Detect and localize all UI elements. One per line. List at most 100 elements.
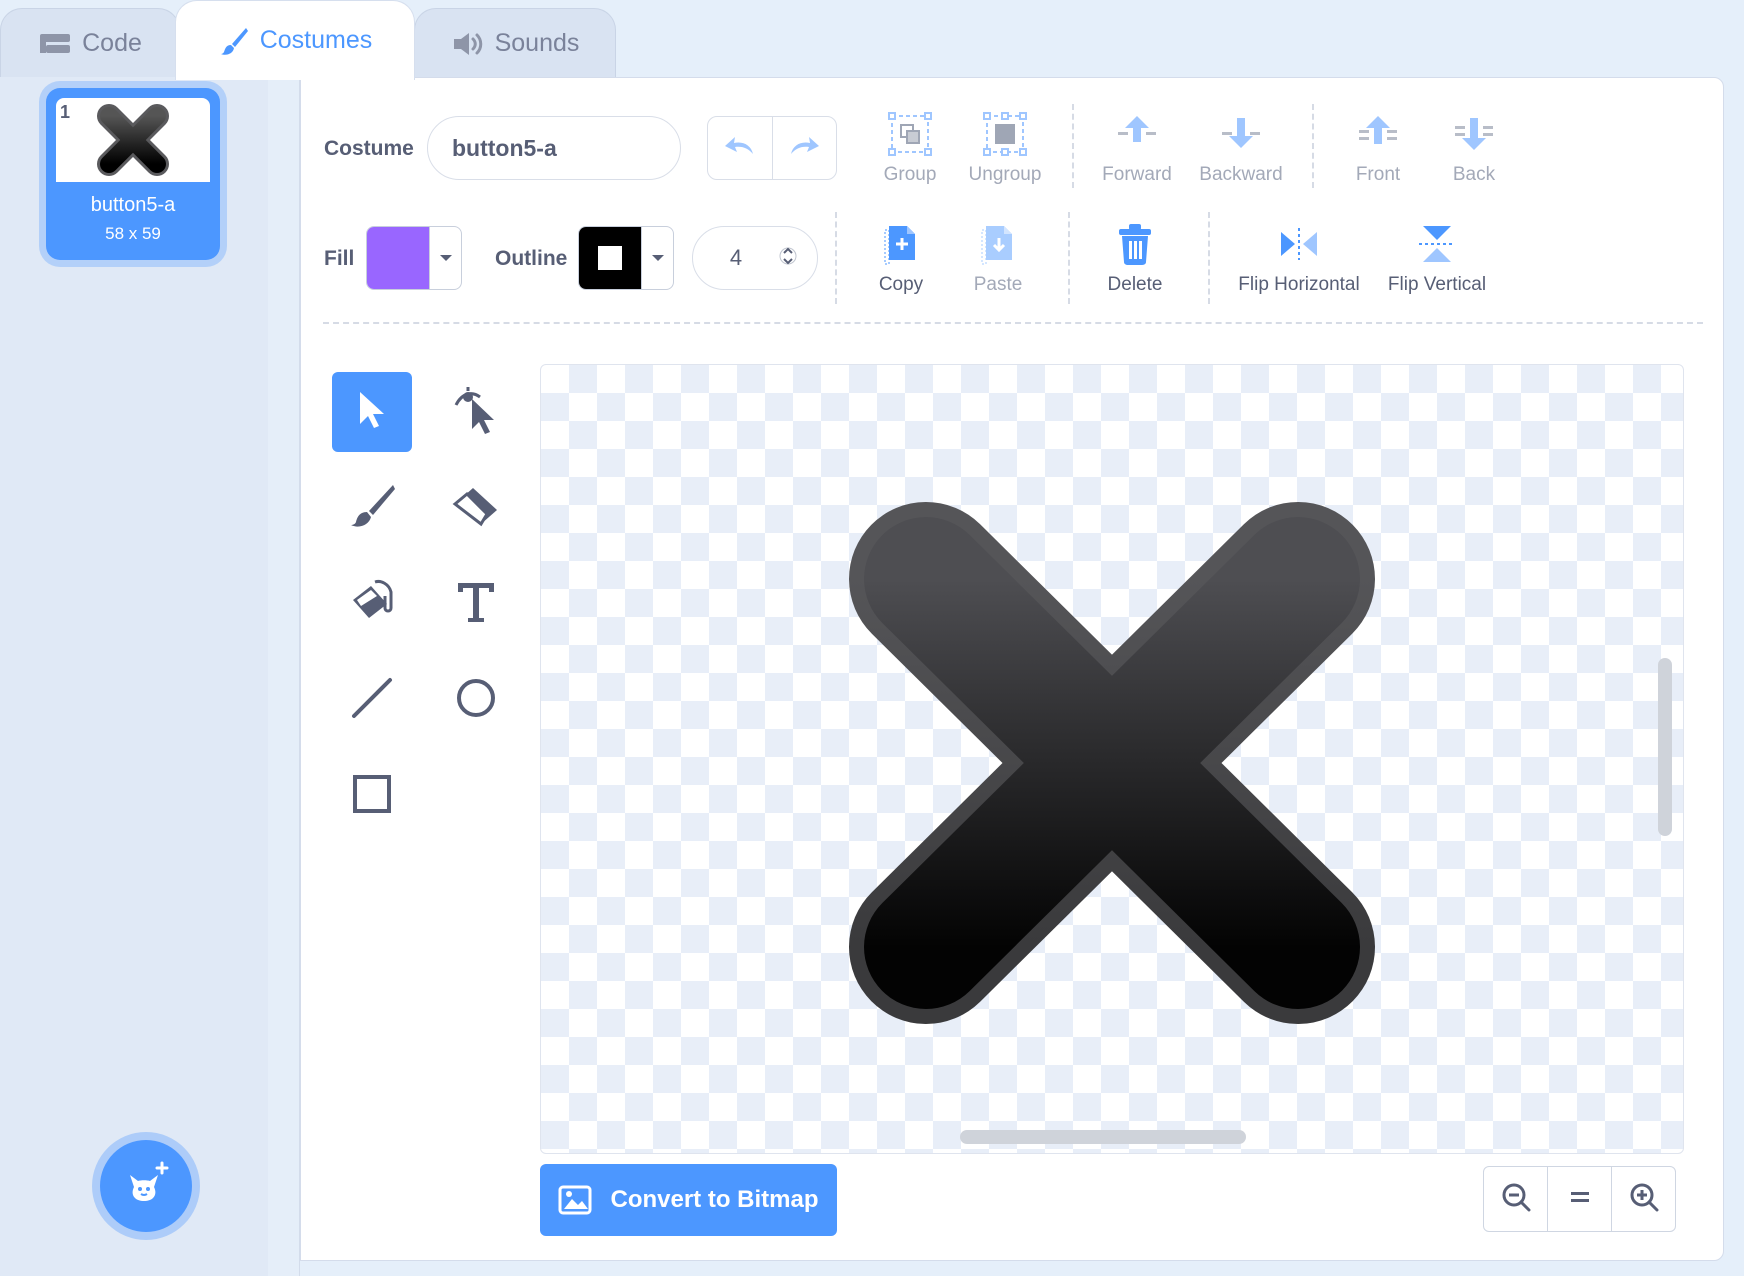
forward-button[interactable]: Forward <box>1096 110 1178 186</box>
stepper-arrows-icon[interactable] <box>779 242 797 275</box>
equals-icon <box>1569 1189 1591 1210</box>
toolbar-divider <box>1072 104 1074 188</box>
flip-horizontal-button[interactable]: Flip Horizontal <box>1234 220 1364 296</box>
drawing-canvas[interactable] <box>540 364 1684 1154</box>
costume-x-shape[interactable] <box>541 365 1684 1154</box>
fill-color-swatch <box>367 227 429 289</box>
costume-tile-name: button5-a <box>90 194 176 216</box>
brush-tool[interactable] <box>332 468 412 548</box>
fill-label: Fill <box>324 247 355 270</box>
outline-width-value: 4 <box>729 245 743 270</box>
costume-tile[interactable]: 1 button5-a 58 x 59 <box>46 88 220 260</box>
zoom-in-button[interactable] <box>1611 1167 1675 1231</box>
tab-costumes[interactable]: Costumes <box>175 0 415 80</box>
tab-sounds-label: Sounds <box>494 29 580 57</box>
flip-vertical-icon <box>1415 220 1459 268</box>
zoom-reset-button[interactable] <box>1547 1167 1611 1231</box>
tab-costumes-label: Costumes <box>259 26 373 54</box>
toolbar-divider <box>1208 212 1210 304</box>
front-label: Front <box>1355 164 1401 185</box>
redo-button[interactable] <box>773 117 837 179</box>
delete-button[interactable]: Delete <box>1100 220 1170 296</box>
convert-to-bitmap-label: Convert to Bitmap <box>610 1186 819 1213</box>
zoom-in-icon <box>1628 1181 1660 1218</box>
add-costume-button[interactable] <box>100 1140 192 1232</box>
group-button[interactable]: Group <box>870 110 950 186</box>
text-tool[interactable] <box>436 564 516 644</box>
copy-label: Copy <box>878 274 924 295</box>
chevron-down-icon <box>429 227 461 289</box>
costume-thumbnail <box>56 98 210 182</box>
zoom-out-button[interactable] <box>1484 1167 1547 1231</box>
canvas-horizontal-scrollbar[interactable] <box>960 1130 1246 1144</box>
toolbar-divider <box>835 212 837 304</box>
paste-icon <box>978 220 1018 268</box>
rectangle-tool[interactable] <box>332 756 412 836</box>
outline-width-input[interactable]: 4 <box>692 226 818 290</box>
toolbar-divider <box>1312 104 1314 188</box>
undo-button[interactable] <box>708 117 773 179</box>
front-button[interactable]: Front <box>1338 110 1418 186</box>
fill-tool[interactable] <box>332 564 412 644</box>
costume-name-input[interactable] <box>427 116 681 180</box>
tab-sounds[interactable]: Sounds <box>414 8 616 78</box>
fill-color-picker[interactable] <box>366 226 462 290</box>
brush-icon <box>347 483 397 534</box>
flip-horizontal-icon <box>1277 220 1321 268</box>
circle-tool[interactable] <box>436 660 516 740</box>
flip-horizontal-label: Flip Horizontal <box>1238 274 1360 295</box>
paintbrush-icon <box>218 25 250 57</box>
group-icon <box>888 110 932 158</box>
eraser-tool[interactable] <box>436 468 516 548</box>
back-button[interactable]: Back <box>1434 110 1514 186</box>
bring-to-front-icon <box>1356 110 1400 158</box>
bitmap-image-icon <box>558 1185 592 1215</box>
undo-redo-group <box>707 116 837 180</box>
flip-vertical-button[interactable]: Flip Vertical <box>1384 220 1490 296</box>
send-to-back-icon <box>1452 110 1496 158</box>
text-t-icon <box>455 580 497 629</box>
eraser-icon <box>451 484 501 533</box>
speaker-icon <box>451 30 485 58</box>
costume-list-scroll-area <box>268 77 300 1276</box>
cat-plus-icon <box>122 1161 170 1212</box>
copy-button[interactable]: Copy <box>870 220 932 296</box>
ungroup-label: Ungroup <box>968 164 1042 185</box>
paste-button[interactable]: Paste <box>962 220 1034 296</box>
canvas-vertical-scrollbar[interactable] <box>1658 658 1672 836</box>
undo-icon <box>723 134 757 163</box>
outline-label: Outline <box>495 247 568 270</box>
tab-code[interactable]: Code <box>0 8 180 78</box>
outline-color-swatch <box>579 227 641 289</box>
costume-number: 1 <box>60 102 71 122</box>
convert-to-bitmap-button[interactable]: Convert to Bitmap <box>540 1164 837 1236</box>
reshape-icon <box>452 383 500 442</box>
rectangle-icon <box>350 772 394 821</box>
backward-button[interactable]: Backward <box>1194 110 1288 186</box>
costume-tile-size: 58 x 59 <box>105 224 161 243</box>
arrow-up-icon <box>1115 110 1159 158</box>
zoom-controls <box>1483 1166 1676 1232</box>
trash-icon <box>1116 220 1154 268</box>
arrow-cursor-icon <box>354 388 390 437</box>
copy-icon <box>881 220 921 268</box>
toolbar-divider <box>1068 212 1070 304</box>
arrow-down-icon <box>1219 110 1263 158</box>
ungroup-button[interactable]: Ungroup <box>960 110 1050 186</box>
forward-label: Forward <box>1102 164 1172 185</box>
back-label: Back <box>1452 164 1496 185</box>
chevron-down-icon <box>641 227 673 289</box>
toolbar-separator <box>323 322 1703 324</box>
group-label: Group <box>883 164 937 185</box>
ungroup-icon <box>983 110 1027 158</box>
zoom-out-icon <box>1500 1181 1532 1218</box>
reshape-tool[interactable] <box>436 372 516 452</box>
paste-label: Paste <box>973 274 1023 295</box>
line-tool[interactable] <box>332 660 412 740</box>
tab-code-label: Code <box>82 29 142 57</box>
outline-color-picker[interactable] <box>578 226 674 290</box>
select-tool[interactable] <box>332 372 412 452</box>
line-icon <box>350 676 394 725</box>
circle-icon <box>454 676 498 725</box>
costume-name-label: Costume <box>324 137 414 160</box>
